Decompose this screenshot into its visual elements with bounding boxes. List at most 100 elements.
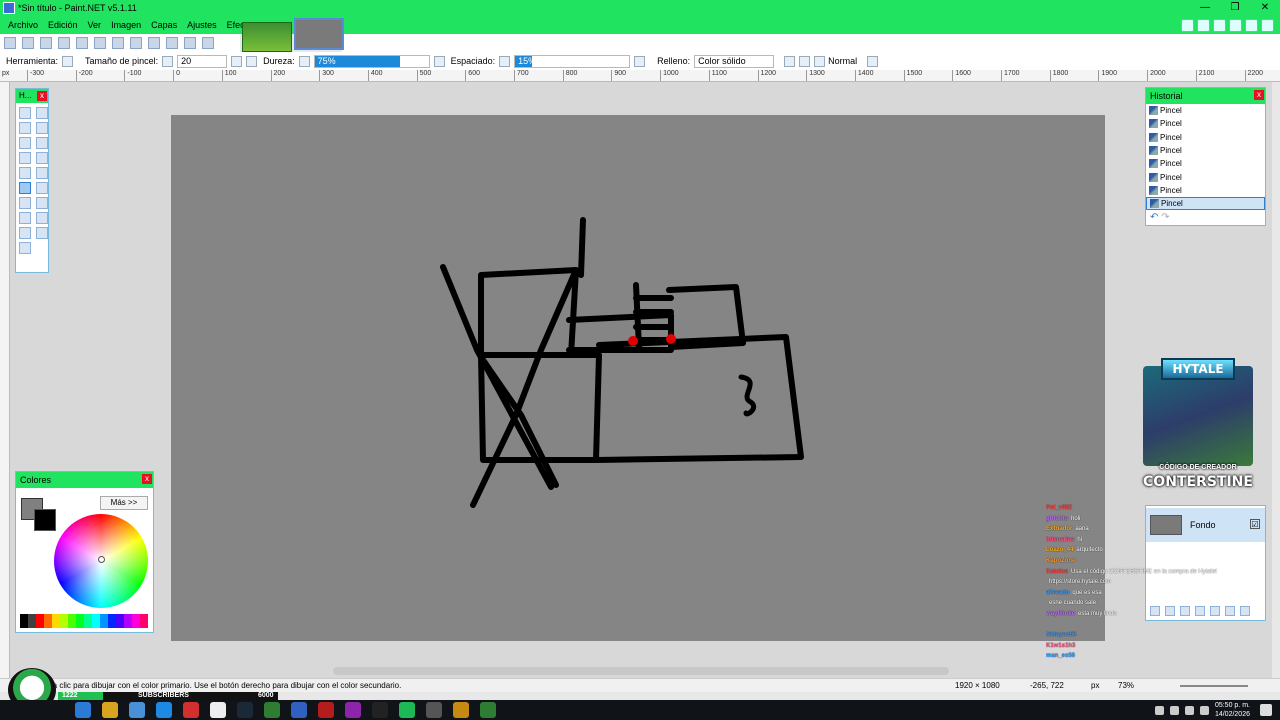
layers-toggle-icon[interactable] [1213,18,1226,32]
move-selection-tool-icon[interactable] [36,107,48,119]
brush-size-input[interactable]: 20 [177,54,228,68]
horizontal-scrollbar[interactable] [333,667,949,675]
chrome-icon[interactable] [183,702,199,718]
blend-mode-icon[interactable] [784,55,796,67]
paste-icon[interactable] [112,37,124,49]
history-item[interactable]: Pincel [1146,197,1265,211]
pencil-tool-icon[interactable] [19,197,31,209]
paintbrush-tool-icon[interactable] [19,182,31,194]
history-item[interactable]: Pincel [1146,170,1265,183]
new-file-icon[interactable] [4,37,16,49]
paintnet-taskbar-icon[interactable] [291,702,307,718]
antialiasing-mode-icon[interactable] [799,55,811,67]
zoom-level[interactable]: 73% [1118,679,1134,692]
copy-icon[interactable] [94,37,106,49]
notion-icon[interactable] [372,702,388,718]
mail-icon[interactable] [156,702,172,718]
palette-swatch[interactable] [76,614,84,628]
zoom-tool-icon[interactable] [36,137,48,149]
history-item[interactable]: Pincel [1146,104,1265,117]
colors-window-header[interactable]: Colores x [16,472,153,488]
capcut-icon[interactable] [210,702,226,718]
minimize-button[interactable]: — [1190,0,1220,16]
ellipse-select-tool-icon[interactable] [19,137,31,149]
layer-visibility-checkbox[interactable]: ☑ [1250,519,1260,529]
increase-size-icon[interactable] [231,55,243,67]
settings-icon[interactable] [1245,18,1258,32]
history-item[interactable]: Pincel [1146,131,1265,144]
palette-swatch[interactable] [100,614,108,628]
history-item[interactable]: Pincel [1146,144,1265,157]
rectangle-select-tool-icon[interactable] [19,107,31,119]
decrease-hardness-icon[interactable] [298,55,310,67]
grid-icon[interactable] [184,37,196,49]
history-window-header[interactable]: Historial x [1146,88,1265,104]
history-toggle-icon[interactable] [1197,18,1210,32]
game-icon[interactable] [426,702,442,718]
history-item[interactable]: Pincel [1146,157,1265,170]
start-menu-icon[interactable] [129,702,145,718]
palette-swatch[interactable] [132,614,140,628]
cut-icon[interactable] [76,37,88,49]
palette-swatch[interactable] [52,614,60,628]
palette-swatch[interactable] [28,614,36,628]
brush-tool-icon[interactable] [62,55,74,67]
palette-swatch[interactable] [60,614,68,628]
menu-ver[interactable]: Ver [83,20,107,30]
antialias-icon[interactable] [246,55,258,67]
redo-history-icon[interactable]: ↷ [1161,212,1169,223]
selection-mode-icon[interactable] [867,55,879,67]
network-icon[interactable] [1169,705,1179,715]
palette-swatch[interactable] [140,614,148,628]
line-curve-tool-icon[interactable] [36,227,48,239]
image-tab-1[interactable] [242,22,292,52]
obs-icon[interactable] [318,702,334,718]
shapes-tool-icon[interactable] [19,242,31,254]
close-button[interactable]: ✕ [1250,0,1280,16]
help-icon[interactable] [1261,18,1274,32]
crop-icon[interactable] [130,37,142,49]
discord-icon[interactable] [345,702,361,718]
increase-hardness-icon[interactable] [433,55,445,67]
spacing-slider[interactable]: 15% [514,54,631,68]
menu-imagen[interactable]: Imagen [106,20,146,30]
palette-swatch[interactable] [84,614,92,628]
xbox-icon[interactable] [480,702,496,718]
menu-capas[interactable]: Capas [146,20,182,30]
palette-swatch[interactable] [68,614,76,628]
maximize-button[interactable]: ❐ [1220,0,1250,16]
pan-tool-icon[interactable] [36,152,48,164]
palette-swatch[interactable] [44,614,52,628]
layer-blend-icon[interactable] [814,55,826,67]
undo-history-icon[interactable]: ↶ [1150,212,1158,223]
file-explorer-icon[interactable] [102,702,118,718]
recolor-tool-icon[interactable] [36,212,48,224]
move-selected-tool-icon[interactable] [36,122,48,134]
app-icon[interactable] [453,702,469,718]
color-wheel-picker[interactable] [98,556,105,563]
palette-swatch[interactable] [116,614,124,628]
secondary-color-swatch[interactable] [34,509,56,531]
history-item[interactable]: Pincel [1146,117,1265,130]
tools-close-icon[interactable]: x [37,91,47,101]
clone-stamp-tool-icon[interactable] [19,212,31,224]
ruler-icon[interactable] [202,37,214,49]
menu-ajustes[interactable]: Ajustes [182,20,222,30]
decrease-size-icon[interactable] [162,55,174,67]
hardness-slider[interactable]: 75% [313,54,430,68]
redo-icon[interactable] [166,37,178,49]
blend-mode-select[interactable]: Normal [828,56,857,66]
minecraft-icon[interactable] [264,702,280,718]
unit-select[interactable]: px [1091,679,1099,692]
menu-archivo[interactable]: Archivo [3,20,43,30]
colors-toggle-icon[interactable] [1229,18,1242,32]
magic-wand-tool-icon[interactable] [19,152,31,164]
image-tab-2-active[interactable] [294,18,344,50]
lasso-select-tool-icon[interactable] [19,122,31,134]
decrease-spacing-icon[interactable] [499,55,511,67]
fill-select[interactable]: Color sólido [694,54,775,68]
open-file-icon[interactable] [22,37,34,49]
undo-icon[interactable] [148,37,160,49]
paint-bucket-tool-icon[interactable] [19,167,31,179]
chevron-up-icon[interactable] [1154,705,1164,715]
